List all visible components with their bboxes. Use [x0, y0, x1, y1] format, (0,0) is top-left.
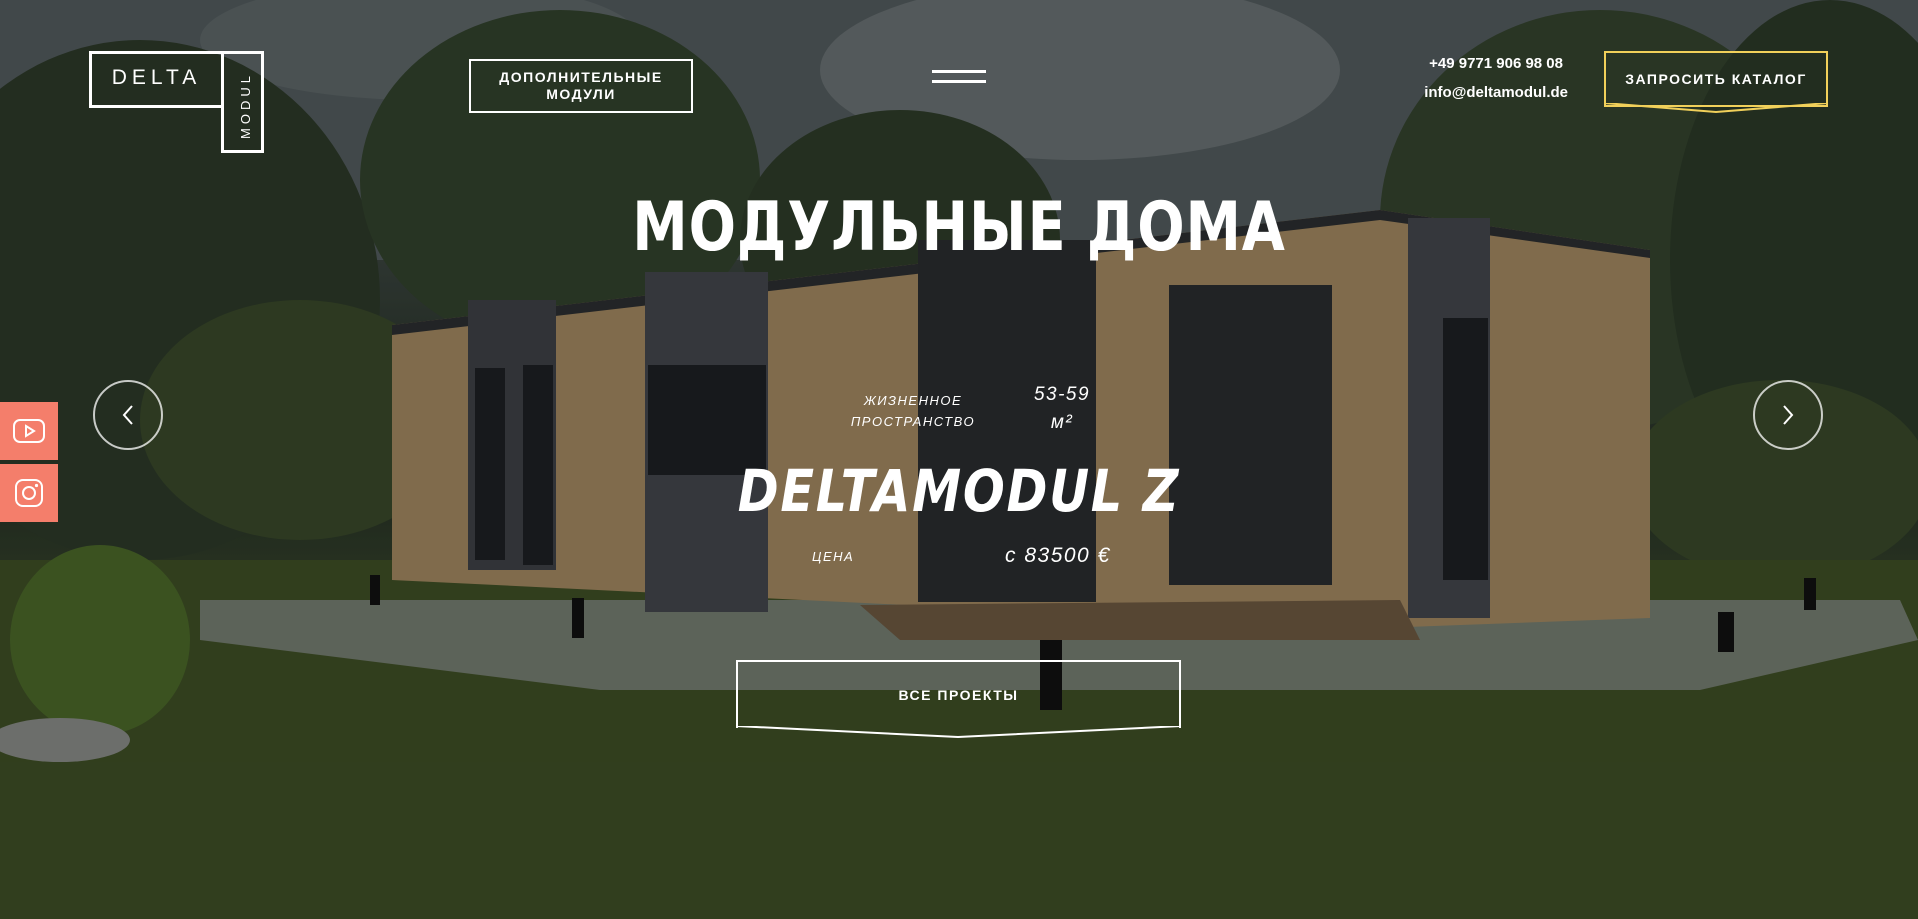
- hamburger-menu-icon[interactable]: [932, 68, 986, 86]
- button-notch-shape: [1604, 103, 1828, 114]
- instagram-icon: [15, 479, 43, 507]
- logo-word-delta: DELTA: [111, 66, 202, 89]
- instagram-button[interactable]: [0, 464, 58, 522]
- additional-modules-button[interactable]: ДОПОЛНИТЕЛЬНЫЕ МОДУЛИ: [469, 59, 693, 113]
- phone-link[interactable]: +49 9771 906 98 08: [1429, 55, 1563, 72]
- email-link[interactable]: info@deltamodul.de: [1424, 84, 1568, 101]
- request-catalog-label: ЗАПРОСИТЬ КАТАЛОГ: [1625, 71, 1807, 87]
- living-space-value: 53-59 м²: [1022, 381, 1102, 437]
- price-value: с 83500 €: [1005, 544, 1111, 567]
- model-name: DELTAMODUL Z: [737, 457, 1181, 525]
- price-label: ЦЕНА: [812, 549, 855, 564]
- slider-next-button[interactable]: [1753, 380, 1823, 450]
- chevron-left-icon: [122, 405, 133, 425]
- page-title: МОДУЛЬНЫЕ ДОМА: [632, 188, 1286, 267]
- living-space-unit: м²: [1050, 412, 1074, 433]
- button-notch-shape: [736, 726, 1181, 739]
- living-space-number: 53-59: [1033, 384, 1091, 405]
- all-projects-label: ВСЕ ПРОЕКТЫ: [898, 687, 1019, 703]
- living-space-label: ЖИЗНЕННОЕ ПРОСТРАНСТВО: [850, 393, 976, 429]
- all-projects-button[interactable]: ВСЕ ПРОЕКТЫ: [736, 660, 1181, 739]
- logo-word-modul: MODUL: [238, 72, 253, 140]
- slider-prev-button[interactable]: [93, 380, 163, 450]
- youtube-button[interactable]: [0, 402, 58, 460]
- additional-modules-label: ДОПОЛНИТЕЛЬНЫЕ МОДУЛИ: [499, 69, 663, 102]
- site-logo[interactable]: DELTA MODUL: [89, 51, 267, 153]
- youtube-icon: [13, 419, 45, 443]
- chevron-right-icon: [1783, 405, 1794, 425]
- request-catalog-button[interactable]: ЗАПРОСИТЬ КАТАЛОГ: [1604, 51, 1828, 114]
